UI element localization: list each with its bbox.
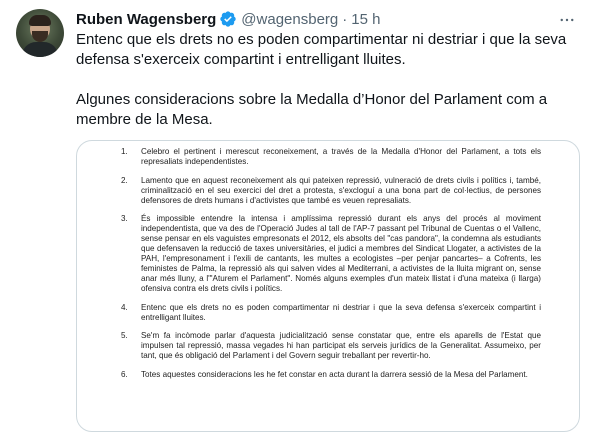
tweet-paragraph-1: Entenc que els drets no es poden compart…	[76, 31, 567, 68]
more-options-icon[interactable]	[557, 10, 577, 30]
tweet-header: Ruben Wagensberg @wagensberg · 15 h	[76, 9, 547, 29]
document-item-number: 2.	[121, 175, 128, 185]
document-item-number: 1.	[121, 147, 128, 156]
document-item: 2. Lamento que en aquest reconeixement a…	[121, 176, 541, 206]
document-item-text: Entenc que els drets no es poden compart…	[141, 302, 541, 322]
verified-badge-icon	[219, 10, 237, 28]
document-item-number: 4.	[121, 302, 128, 312]
document-item: 5. Se'm fa incòmode parlar d'aquesta jud…	[121, 331, 541, 361]
attached-document-image[interactable]: 1. Celebro el pertinent i merescut recon…	[76, 140, 580, 432]
document-item: 6. Totes aquestes consideracions les he …	[121, 370, 541, 380]
document-item-text: Celebro el pertinent i merescut reconeix…	[141, 147, 541, 166]
author-handle[interactable]: @wagensberg	[241, 11, 338, 28]
avatar[interactable]	[16, 9, 64, 57]
avatar-hair-shape	[29, 15, 51, 26]
tweet-paragraph-2: Algunes consideracions sobre la Medalla …	[76, 91, 548, 128]
avatar-body-shape	[22, 42, 58, 57]
author-name[interactable]: Ruben Wagensberg	[76, 11, 216, 28]
document-item-number: 3.	[121, 214, 128, 224]
avatar-beard-shape	[32, 31, 48, 42]
tweet-text: Entenc que els drets no es poden compart…	[76, 30, 576, 150]
tweet-timestamp[interactable]: 15 h	[351, 11, 380, 28]
document-item: 3. És impossible entendre la intensa i a…	[121, 214, 541, 294]
document-item: 1. Celebro el pertinent i merescut recon…	[121, 147, 541, 167]
document-item-text: Totes aquestes consideracions les he fet…	[141, 369, 528, 379]
document-item-text: Lamento que en aquest reconeixement als …	[141, 175, 541, 205]
header-separator: ·	[342, 10, 348, 28]
document-item-number: 5.	[121, 331, 128, 341]
document-item-text: És impossible entendre la intensa i ampl…	[141, 214, 541, 294]
document-content: 1. Celebro el pertinent i merescut recon…	[121, 147, 541, 389]
document-item-text: Se'm fa incòmode parlar d'aquesta judici…	[141, 331, 541, 361]
tweet[interactable]: Ruben Wagensberg @wagensberg · 15 h Ente…	[0, 0, 591, 437]
document-item: 4. Entenc que els drets no es poden comp…	[121, 303, 541, 323]
document-item-number: 6.	[121, 369, 128, 379]
